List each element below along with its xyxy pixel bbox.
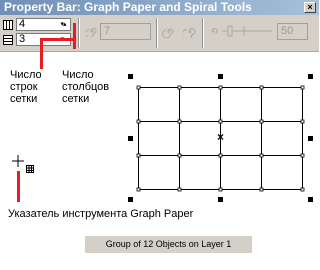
grid-node bbox=[136, 85, 141, 90]
grid-node bbox=[218, 187, 223, 192]
annotation-line bbox=[17, 171, 20, 202]
rows-value: 3 bbox=[19, 33, 26, 45]
grid-node bbox=[259, 85, 264, 90]
columns-spinbox[interactable]: 4 ▾▴ bbox=[16, 18, 71, 31]
grid-node bbox=[136, 187, 141, 192]
annotation-line bbox=[40, 56, 43, 69]
annotation-line bbox=[40, 40, 43, 57]
expansion-slider bbox=[222, 24, 272, 38]
grid-cell bbox=[138, 121, 180, 156]
grid-node bbox=[218, 153, 223, 158]
selection-handle[interactable] bbox=[308, 136, 313, 141]
grid-node bbox=[177, 85, 182, 90]
rows-annotation-line1: Число bbox=[10, 69, 42, 81]
grid-node bbox=[136, 119, 141, 124]
expansion-field: 50 bbox=[277, 23, 308, 40]
grid-cell bbox=[179, 121, 221, 156]
toolbar-divider bbox=[78, 18, 80, 48]
columns-annotation-line3: сетки bbox=[62, 93, 90, 105]
grid-cell bbox=[138, 155, 180, 190]
logarithmic-spiral-icon bbox=[181, 25, 197, 40]
rows-annotation-line2: строк bbox=[10, 81, 38, 93]
selection-handle[interactable] bbox=[218, 74, 223, 79]
grid-node bbox=[259, 119, 264, 124]
expansion-slider-icon bbox=[207, 25, 219, 39]
expansion-value: 50 bbox=[281, 25, 294, 37]
status-text: Group of 12 Objects on Layer 1 bbox=[105, 239, 232, 249]
selection-handle[interactable] bbox=[128, 74, 133, 79]
grid-cell bbox=[138, 87, 180, 122]
grid-cell bbox=[220, 155, 262, 190]
spiral-revolutions-value: 7 bbox=[104, 25, 111, 37]
rows-annotation-line3: сетки bbox=[10, 93, 38, 105]
symmetrical-spiral-icon bbox=[162, 25, 176, 40]
grid-cell bbox=[261, 87, 303, 122]
grid-node bbox=[218, 85, 223, 90]
selection-handle[interactable] bbox=[128, 136, 133, 141]
columns-annotation-line1: Число bbox=[62, 69, 94, 81]
columns-annotation: Число столбцов сетки bbox=[62, 69, 109, 105]
grid-cell bbox=[220, 121, 262, 156]
grid-node bbox=[259, 187, 264, 192]
selection-handle[interactable] bbox=[218, 197, 223, 202]
grid-node bbox=[300, 85, 305, 90]
grid-cell bbox=[179, 87, 221, 122]
property-bar-title-text: Property Bar: Graph Paper and Spiral Too… bbox=[4, 0, 252, 14]
columns-value: 4 bbox=[19, 18, 26, 30]
columns-annotation-line2: столбцов bbox=[62, 81, 110, 93]
grid-node bbox=[177, 153, 182, 158]
spiral-icon bbox=[85, 25, 98, 39]
property-bar-title: Property Bar: Graph Paper and Spiral Too… bbox=[0, 0, 319, 15]
grid-node bbox=[259, 153, 264, 158]
spiral-revolutions-field: 7 bbox=[100, 23, 151, 40]
toolbar-divider bbox=[156, 18, 158, 48]
grid-node bbox=[300, 153, 305, 158]
grid-cell bbox=[179, 155, 221, 190]
grid-rows-icon bbox=[3, 35, 13, 48]
rows-annotation: Число строк сетки bbox=[10, 69, 42, 105]
center-mark: × bbox=[217, 130, 225, 144]
selection-handle[interactable] bbox=[308, 74, 313, 79]
pointer-annotation: Указатель инструмента Graph Paper bbox=[8, 208, 194, 220]
graph-paper-cursor-icon bbox=[12, 155, 36, 175]
selection-handle[interactable] bbox=[308, 197, 313, 202]
selection-handle[interactable] bbox=[128, 197, 133, 202]
grid-node bbox=[300, 119, 305, 124]
columns-spin-buttons[interactable]: ▾▴ bbox=[56, 19, 70, 30]
grid-cell bbox=[261, 121, 303, 156]
grid-columns-icon bbox=[3, 20, 13, 33]
grid-cell bbox=[220, 87, 262, 122]
annotation-line bbox=[40, 38, 74, 41]
grid-node bbox=[177, 187, 182, 192]
annotation-line bbox=[73, 23, 76, 49]
close-button[interactable]: × bbox=[304, 2, 316, 13]
grid-node bbox=[136, 153, 141, 158]
grid-node bbox=[300, 187, 305, 192]
status-bar: Group of 12 Objects on Layer 1 bbox=[85, 236, 252, 253]
property-bar: Property Bar: Graph Paper and Spiral Too… bbox=[0, 0, 319, 52]
toolbar-divider bbox=[202, 18, 204, 48]
grid-cell bbox=[261, 155, 303, 190]
grid-node bbox=[177, 119, 182, 124]
grid-node bbox=[218, 119, 223, 124]
